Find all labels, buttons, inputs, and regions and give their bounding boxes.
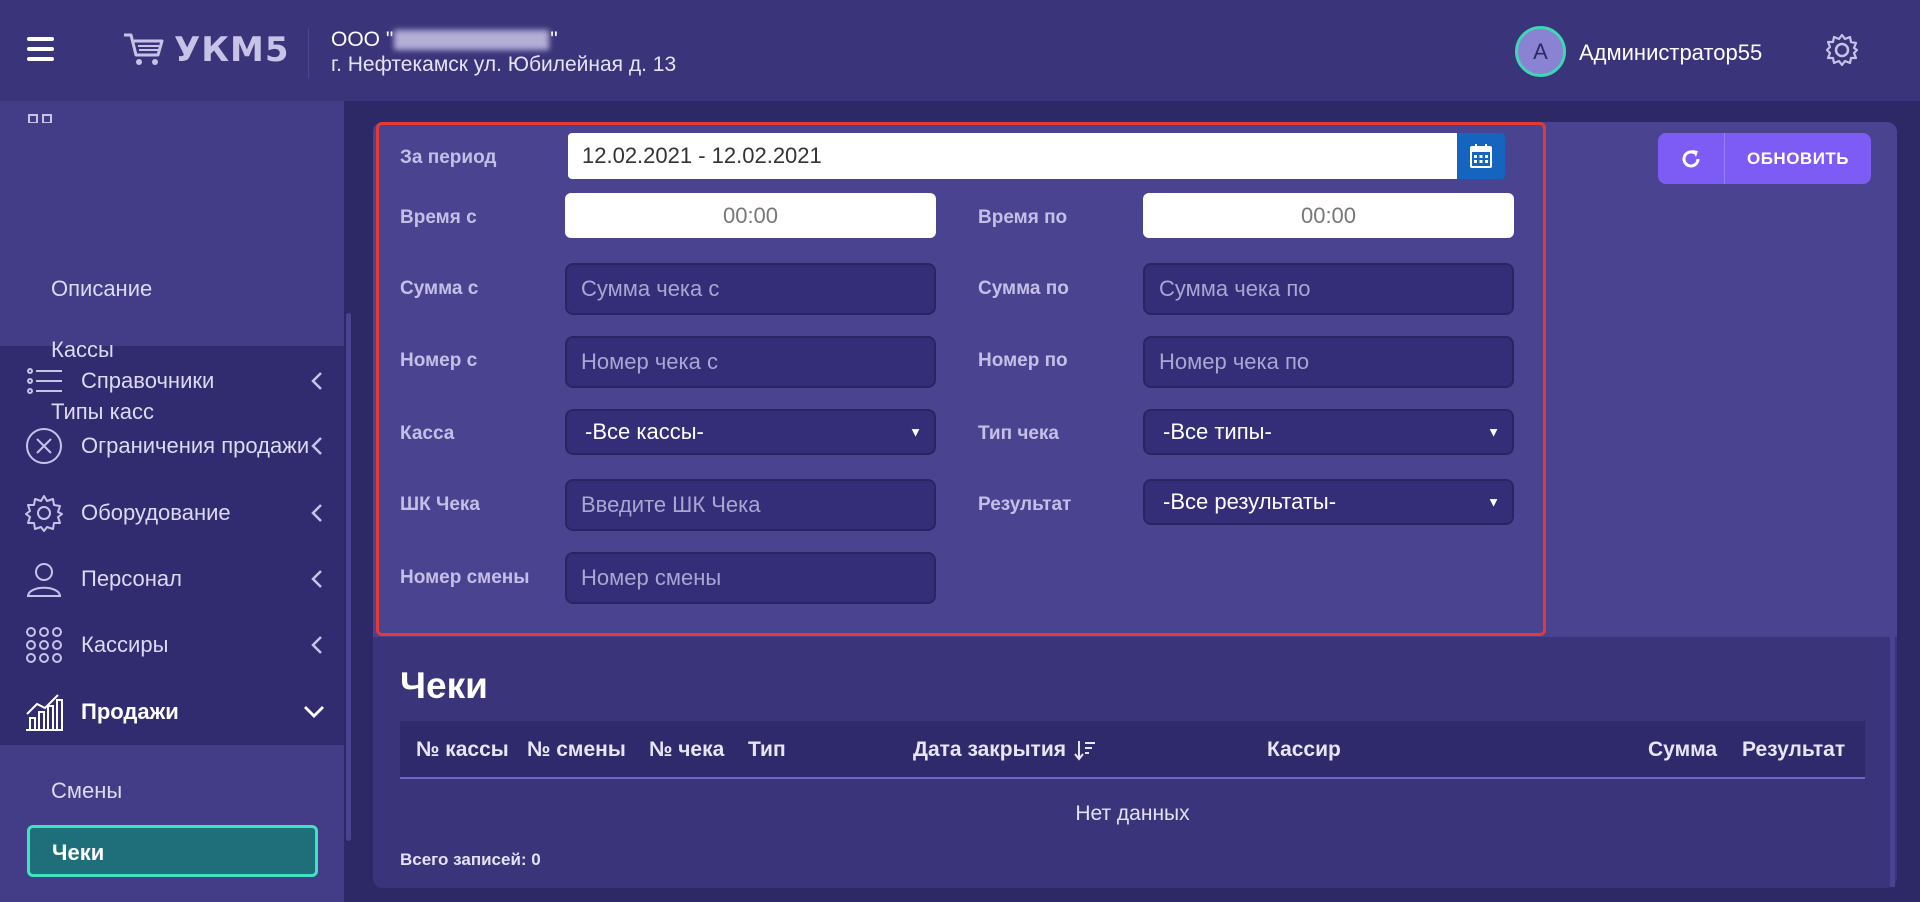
table-header: № кассы № смены № чека Тип Дата закрытия… — [400, 721, 1865, 779]
sidebar-item-label: Персонал — [81, 566, 182, 591]
sidebar-subitem-checks-active[interactable]: Чеки — [27, 825, 318, 877]
gear-icon — [25, 495, 63, 532]
sidebar-item-label: Ограничения продажи — [81, 433, 310, 458]
column-sum[interactable]: Сумма — [1648, 738, 1717, 762]
chevron-left-icon — [311, 437, 322, 455]
filter-highlight-frame — [376, 122, 1546, 636]
refresh-icon — [1682, 149, 1700, 167]
partial-item-icon — [28, 114, 52, 123]
sidebar-subitem-label: Чеки — [52, 840, 105, 865]
sidebar-scrollbar[interactable] — [346, 313, 351, 841]
settings-gear-icon[interactable] — [1825, 33, 1859, 67]
column-shift-number[interactable]: № смены — [527, 738, 626, 762]
sidebar-subitem-description[interactable]: Описание — [51, 276, 152, 302]
org-address: г. Нефтекамск ул. Юбилейная д. 13 — [331, 53, 677, 76]
column-type[interactable]: Тип — [748, 738, 786, 762]
chevron-left-icon — [311, 504, 322, 522]
org-name: ООО " " — [331, 28, 558, 51]
sidebar-item-equipment[interactable]: Оборудование — [0, 480, 344, 546]
hamburger-menu-icon[interactable] — [27, 37, 54, 61]
chevron-left-icon — [311, 636, 322, 654]
chevron-left-icon — [311, 372, 322, 390]
refresh-label: ОБНОВИТЬ — [1746, 148, 1850, 168]
chart-icon — [26, 694, 63, 731]
sidebar-item-personnel[interactable]: Персонал — [0, 546, 344, 612]
column-cashier[interactable]: Кассир — [1267, 738, 1341, 762]
grid-dots-icon — [26, 627, 62, 663]
column-close-date[interactable]: Дата закрытия — [913, 738, 1096, 762]
header-divider — [308, 28, 309, 78]
content-scrollbar[interactable] — [1890, 637, 1895, 887]
sidebar-item-sale-restrictions[interactable]: Ограничения продажи — [0, 413, 344, 479]
refresh-icon-wrap — [1658, 133, 1725, 184]
column-result[interactable]: Результат — [1742, 738, 1845, 762]
empty-table-message: Нет данных — [1075, 802, 1190, 825]
cart-icon — [124, 33, 164, 65]
close-circle-icon — [26, 428, 62, 464]
top-header: УКМ5 ООО " " г. Нефтекамск ул. Юбилейная … — [0, 0, 1920, 101]
chevron-down-icon — [304, 706, 324, 718]
chevron-left-icon — [311, 570, 322, 588]
user-icon — [26, 563, 62, 597]
column-label: Дата закрытия — [913, 738, 1066, 761]
logo-text: УКМ5 — [174, 30, 290, 70]
sidebar-item-sales[interactable]: Продажи — [0, 679, 344, 745]
total-records: Всего записей: 0 — [400, 850, 541, 869]
avatar[interactable]: А — [1515, 26, 1566, 77]
sidebar-item-label: Справочники — [81, 368, 215, 393]
refresh-button[interactable]: ОБНОВИТЬ — [1658, 133, 1871, 184]
user-name[interactable]: Администратор55 — [1579, 40, 1762, 66]
sidebar-item-directories[interactable]: Справочники — [0, 348, 344, 414]
sidebar-item-label: Оборудование — [81, 500, 231, 525]
column-check-number[interactable]: № чека — [649, 738, 724, 762]
sidebar-submenu-top — [0, 101, 344, 346]
sidebar-item-cashiers[interactable]: Кассиры — [0, 612, 344, 678]
column-kassa-number[interactable]: № кассы — [416, 738, 509, 762]
sidebar-item-label: Продажи — [81, 699, 179, 724]
sidebar-subitem-shifts[interactable]: Смены — [51, 778, 122, 804]
page-title: Чеки — [400, 665, 488, 706]
sort-desc-icon — [1074, 741, 1095, 762]
list-icon — [27, 368, 62, 394]
logo[interactable]: УКМ5 — [122, 30, 290, 70]
sidebar-item-label: Кассиры — [81, 632, 169, 657]
redacted-org-name — [394, 30, 550, 51]
sidebar-submenu-sales — [0, 745, 344, 902]
